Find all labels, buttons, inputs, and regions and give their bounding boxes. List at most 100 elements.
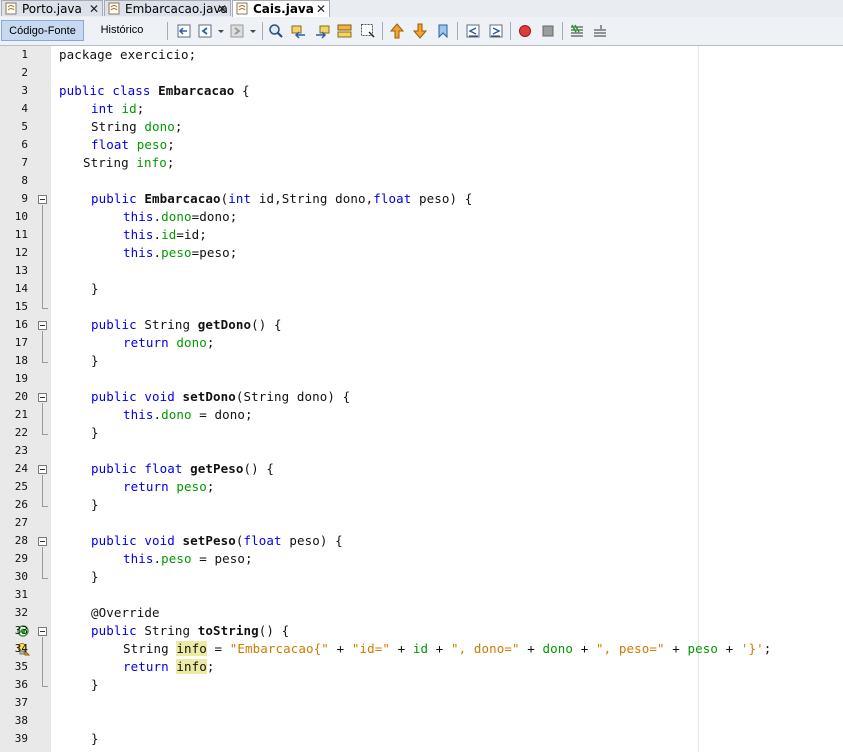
history-view-button[interactable]: Histórico xyxy=(89,20,155,41)
close-icon[interactable]: ✕ xyxy=(316,1,326,17)
code-line: 25 return peso; xyxy=(0,478,843,496)
code-text: } xyxy=(91,677,99,692)
toolbar-separator xyxy=(167,22,168,40)
code-line: 16 public String getDono() { xyxy=(0,316,843,334)
back-icon[interactable] xyxy=(197,23,213,39)
line-number: 12 xyxy=(14,246,28,259)
previous-bookmark-icon[interactable] xyxy=(389,23,405,39)
code-line: 1 package exercicio; xyxy=(0,46,843,64)
record-macro-icon[interactable] xyxy=(517,23,533,39)
line-number: 13 xyxy=(14,264,28,277)
close-icon[interactable]: ✕ xyxy=(217,1,227,17)
code-line: 12 this.peso=peso; xyxy=(0,244,843,262)
code-text: this.dono=dono; xyxy=(123,209,238,224)
line-number: 5 xyxy=(21,120,28,133)
code-text: this.peso = peso; xyxy=(123,551,253,566)
close-icon[interactable]: ✕ xyxy=(89,1,99,17)
last-edit-icon[interactable] xyxy=(176,23,192,39)
comment-icon[interactable] xyxy=(569,23,585,39)
shift-right-icon[interactable] xyxy=(488,23,504,39)
source-view-button[interactable]: Código-Fonte xyxy=(1,20,84,41)
code-text: this.dono = dono; xyxy=(123,407,253,422)
code-line: 10 this.dono=dono; xyxy=(0,208,843,226)
code-line: 23 xyxy=(0,442,843,460)
code-text: @Override xyxy=(91,605,160,620)
code-text: } xyxy=(91,569,99,584)
tab-cais-java[interactable]: Cais.java ✕ xyxy=(232,0,330,18)
java-file-icon xyxy=(236,2,248,15)
chevron-down-icon[interactable] xyxy=(217,23,225,39)
code-text: String info; xyxy=(83,155,175,170)
code-text: return info; xyxy=(123,659,215,674)
shift-left-icon[interactable] xyxy=(465,23,481,39)
code-line: 7 String info; xyxy=(0,154,843,172)
code-line: 35 return info; xyxy=(0,658,843,676)
line-number: 17 xyxy=(14,336,28,349)
line-number: 2 xyxy=(21,66,28,79)
editor-tab-bar: Porto.java ✕ Embarcacao.java ✕ Cais.java… xyxy=(0,0,843,18)
code-line: 39} xyxy=(0,730,843,748)
code-text: } xyxy=(91,353,99,368)
code-text: public float getPeso() { xyxy=(91,461,275,476)
line-number: 11 xyxy=(14,228,28,241)
line-number: 30 xyxy=(14,570,28,583)
toggle-highlight-icon[interactable] xyxy=(360,23,376,39)
code-line: 6 float peso; xyxy=(0,136,843,154)
code-line: 36} xyxy=(0,676,843,694)
line-number: 25 xyxy=(14,480,28,493)
code-line: 17 return dono; xyxy=(0,334,843,352)
toggle-bookmark-icon[interactable] xyxy=(435,23,451,39)
code-line: 27 xyxy=(0,514,843,532)
line-number: 37 xyxy=(14,696,28,709)
code-text: String dono; xyxy=(91,119,183,134)
chevron-down-icon[interactable] xyxy=(249,23,257,39)
line-number: 23 xyxy=(14,444,28,457)
line-number: 4 xyxy=(21,102,28,115)
code-line: 22} xyxy=(0,424,843,442)
code-line: 9 public Embarcacao(int id,String dono,fl… xyxy=(0,190,843,208)
code-text: public String toString() { xyxy=(91,623,290,638)
line-number: 31 xyxy=(14,588,28,601)
line-number: 8 xyxy=(21,174,28,187)
uncomment-icon[interactable] xyxy=(592,23,608,39)
code-line: 30} xyxy=(0,568,843,586)
code-line: 34 String info = "Embarcacao{" + "id=" + … xyxy=(0,640,843,658)
tab-embarcacao-java[interactable]: Embarcacao.java ✕ xyxy=(104,0,231,16)
code-text: return dono; xyxy=(123,335,215,350)
find-next-icon[interactable] xyxy=(314,23,330,39)
code-text: } xyxy=(91,497,99,512)
code-text: public void setPeso(float peso) { xyxy=(91,533,343,548)
find-selection-icon[interactable] xyxy=(337,23,353,39)
code-line: 19 xyxy=(0,370,843,388)
code-line: 37 xyxy=(0,694,843,712)
stop-icon[interactable] xyxy=(540,23,556,39)
tab-porto-java[interactable]: Porto.java ✕ xyxy=(1,0,103,16)
code-line: 15 xyxy=(0,298,843,316)
next-bookmark-icon[interactable] xyxy=(412,23,428,39)
code-line: 29 this.peso = peso; xyxy=(0,550,843,568)
toolbar-separator xyxy=(562,22,563,40)
line-number: 6 xyxy=(21,138,28,151)
code-line: 8 xyxy=(0,172,843,190)
line-number: 34 xyxy=(14,642,28,655)
code-line: 3 public class Embarcacao { xyxy=(0,82,843,100)
line-number: 33 xyxy=(14,624,28,637)
code-text: package exercicio; xyxy=(59,47,197,62)
line-number: 24 xyxy=(14,462,28,475)
code-line: 26} xyxy=(0,496,843,514)
find-previous-icon[interactable] xyxy=(291,23,307,39)
code-line: 2 xyxy=(0,64,843,82)
search-icon[interactable] xyxy=(268,23,284,39)
line-number: 36 xyxy=(14,678,28,691)
code-text: int id; xyxy=(91,101,145,116)
code-text: this.id=id; xyxy=(123,227,207,242)
code-text: String info = "Embarcacao{" + "id=" + id… xyxy=(123,641,772,656)
forward-icon[interactable] xyxy=(229,23,245,39)
code-text: public String getDono() { xyxy=(91,317,282,332)
line-number: 38 xyxy=(14,714,28,727)
java-file-icon xyxy=(108,2,120,15)
code-line: 11 this.id=id; xyxy=(0,226,843,244)
line-number: 27 xyxy=(14,516,28,529)
line-number: 39 xyxy=(14,732,28,745)
code-line: 38 xyxy=(0,712,843,730)
